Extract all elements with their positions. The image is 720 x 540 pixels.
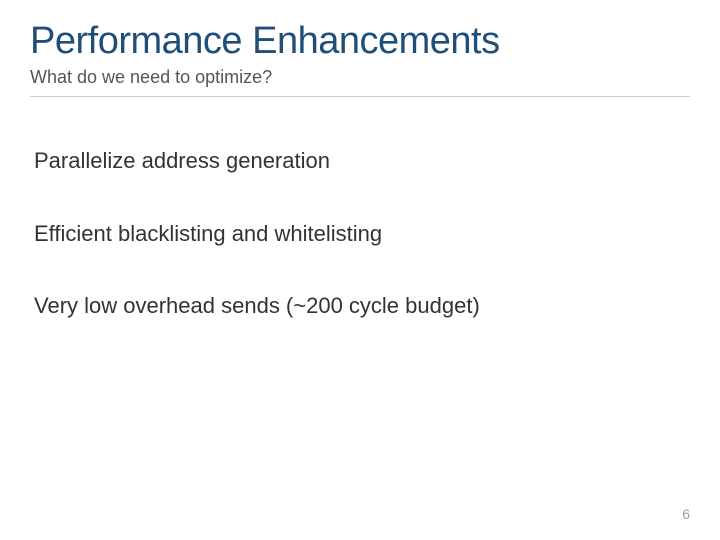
page-number: 6	[682, 506, 690, 522]
title-divider	[30, 96, 690, 97]
bullet-item: Efficient blacklisting and whitelisting	[34, 220, 690, 249]
bullet-item: Parallelize address generation	[34, 147, 690, 176]
slide-title: Performance Enhancements	[30, 20, 690, 63]
slide-container: Performance Enhancements What do we need…	[0, 0, 720, 540]
bullet-item: Very low overhead sends (~200 cycle budg…	[34, 292, 690, 321]
slide-content: Parallelize address generation Efficient…	[30, 147, 690, 321]
slide-subtitle: What do we need to optimize?	[30, 67, 690, 88]
